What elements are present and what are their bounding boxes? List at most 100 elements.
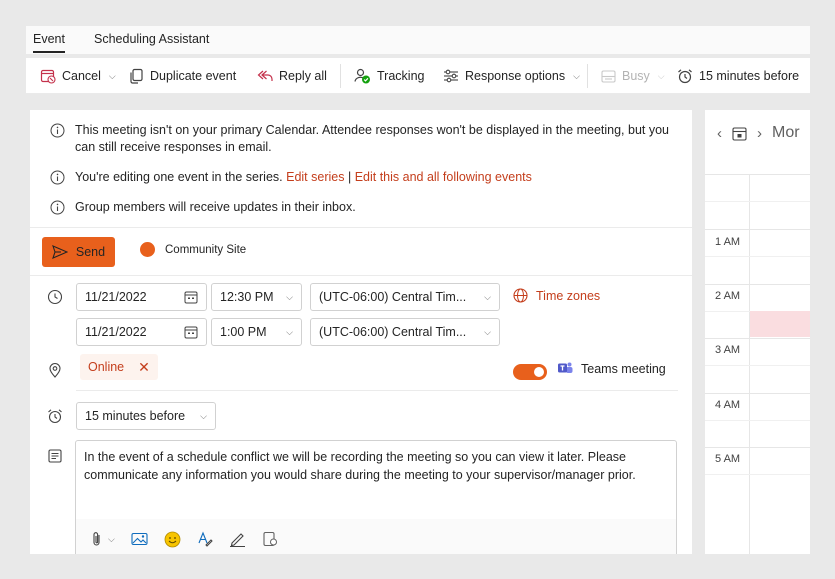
chevron-down-icon: ⌵	[573, 70, 580, 81]
send-label: Send	[75, 245, 106, 259]
event-form: This meeting isn't on your primary Calen…	[30, 110, 692, 554]
hour-label: 3 AM	[715, 344, 741, 356]
calendar-icon[interactable]	[184, 325, 198, 339]
start-time-value: 12:30 PM	[220, 290, 274, 304]
alarm-clock-icon	[678, 69, 692, 84]
duplicate-label: Duplicate event	[150, 69, 237, 83]
options-icon	[444, 69, 458, 83]
end-timezone-value: (UTC-06:00) Central Tim...	[319, 325, 467, 339]
chevron-down-icon: ⌵	[200, 410, 207, 421]
info-series-edit: You're editing one event in the series. …	[50, 169, 532, 186]
notes-icon	[48, 449, 62, 463]
teams-label: Teams meeting	[581, 361, 666, 376]
link-separator: |	[347, 170, 352, 184]
ribbon-divider	[340, 64, 341, 88]
message-body-editor[interactable]: In the event of a schedule conflict we w…	[75, 440, 677, 554]
close-icon[interactable]: ✕	[138, 359, 150, 376]
event-time-slot[interactable]	[750, 311, 810, 337]
half-hour-line	[705, 365, 810, 366]
emoji-icon[interactable]	[164, 531, 181, 548]
message-body-text[interactable]: In the event of a schedule conflict we w…	[84, 448, 664, 484]
reminder-value: 15 minutes before	[85, 409, 186, 423]
response-options-button[interactable]: Response options ⌵	[443, 58, 580, 94]
end-time-dropdown[interactable]: 1:00 PM ⌵	[211, 318, 302, 346]
chevron-down-icon: ⌵	[484, 291, 491, 302]
tracking-button[interactable]: Tracking	[354, 58, 424, 94]
duplicate-event-button[interactable]: Duplicate event	[129, 58, 236, 94]
previous-day-button[interactable]: ‹	[717, 125, 722, 142]
time-zones-button[interactable]: Time zones	[513, 288, 600, 303]
format-icon[interactable]	[197, 531, 213, 547]
location-chip[interactable]: Online ✕	[80, 354, 158, 380]
end-date-field[interactable]: 11/21/2022	[76, 318, 207, 346]
teams-meeting-toggle[interactable]	[513, 364, 547, 380]
location-chip-label: Online	[88, 360, 125, 374]
edit-following-link[interactable]: Edit this and all following events	[355, 170, 532, 184]
teams-meeting-option: Teams meeting	[557, 361, 666, 376]
start-time-dropdown[interactable]: 12:30 PM ⌵	[211, 283, 302, 311]
chevron-down-icon: ⌵	[484, 326, 491, 337]
tab-bar: Event Scheduling Assistant	[26, 26, 810, 54]
reminder-dropdown[interactable]: 15 minutes before ⌵	[76, 402, 216, 430]
edit-series-link[interactable]: Edit series	[286, 170, 344, 184]
attach-button[interactable]: ⌵	[90, 531, 115, 547]
person-check-icon	[354, 68, 370, 84]
signature-icon[interactable]	[229, 531, 246, 547]
end-timezone-dropdown[interactable]: (UTC-06:00) Central Tim... ⌵	[310, 318, 500, 346]
tab-event[interactable]: Event	[33, 32, 65, 53]
reminder-button[interactable]: 15 minutes before	[677, 58, 799, 94]
calendar-day-header: Mor	[772, 124, 800, 141]
loop-component-icon[interactable]	[262, 531, 278, 547]
time-gutter-divider	[749, 174, 750, 554]
chevron-down-icon: ⌵	[286, 291, 293, 302]
half-hour-line	[705, 256, 810, 257]
calendar-cancel-icon	[40, 69, 56, 84]
clock-icon	[47, 289, 63, 305]
calendar-day-pane: ‹ › Mor 1 AM 2 AM 3 AM 4 AM 5 AM	[705, 110, 810, 554]
hour-label: 2 AM	[715, 290, 741, 302]
hour-label: 1 AM	[715, 236, 741, 248]
divider	[30, 227, 692, 228]
tracking-label: Tracking	[377, 69, 425, 83]
cancel-button[interactable]: Cancel ⌵	[40, 58, 116, 94]
info-text: You're editing one event in the series.	[75, 170, 283, 184]
chevron-down-icon: ⌵	[108, 70, 116, 81]
hour-label: 4 AM	[715, 399, 741, 411]
copy-icon	[130, 68, 143, 84]
calendar-selector[interactable]: Community Site	[140, 242, 246, 257]
formatting-toolbar: ⌵	[76, 519, 676, 554]
send-button[interactable]: Send	[42, 237, 115, 267]
reply-all-button[interactable]: Reply all	[257, 58, 327, 94]
hour-line	[705, 174, 810, 175]
chevron-down-icon: ⌵	[108, 533, 115, 544]
start-timezone-dropdown[interactable]: (UTC-06:00) Central Tim... ⌵	[310, 283, 500, 311]
chevron-down-icon: ⌵	[657, 70, 665, 81]
ribbon-divider	[587, 64, 588, 88]
start-date-field[interactable]: 11/21/2022	[76, 283, 207, 311]
hour-line	[705, 229, 810, 230]
busy-status-button[interactable]: Busy ⌵	[601, 58, 665, 94]
chevron-down-icon: ⌵	[286, 326, 293, 337]
info-text: This meeting isn't on your primary Calen…	[75, 123, 670, 154]
tab-scheduling-assistant[interactable]: Scheduling Assistant	[94, 32, 209, 46]
start-date-value: 11/21/2022	[85, 290, 147, 304]
hour-line	[705, 338, 810, 339]
hour-label: 5 AM	[715, 453, 741, 465]
half-hour-line	[705, 474, 810, 475]
calendar-icon[interactable]	[184, 290, 198, 304]
command-ribbon: Cancel ⌵ Duplicate event Reply all Track…	[26, 58, 810, 94]
half-hour-line	[705, 420, 810, 421]
hour-line	[705, 447, 810, 448]
busy-status-icon	[601, 69, 616, 83]
today-calendar-icon[interactable]	[732, 126, 747, 141]
info-text: Group members will receive updates in th…	[75, 200, 356, 214]
next-day-button[interactable]: ›	[757, 125, 762, 142]
response-options-label: Response options	[465, 69, 566, 83]
image-icon[interactable]	[131, 532, 148, 546]
half-hour-line	[705, 201, 810, 202]
teams-icon	[558, 362, 573, 373]
busy-label: Busy	[622, 69, 650, 83]
calendar-name: Community Site	[165, 243, 247, 256]
cancel-label: Cancel	[62, 69, 101, 83]
globe-icon	[513, 288, 528, 303]
